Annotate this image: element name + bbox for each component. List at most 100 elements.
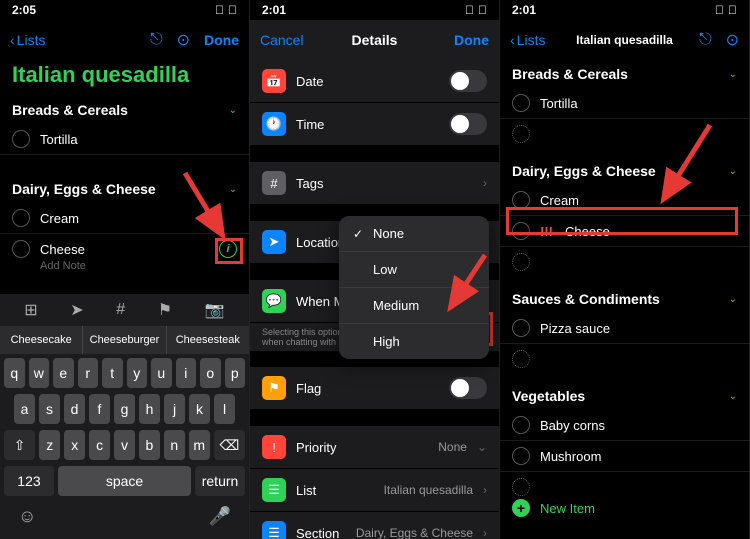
key-return[interactable]: return — [195, 466, 245, 496]
key-123[interactable]: 123 — [4, 466, 54, 496]
done-button[interactable]: Done — [454, 32, 489, 48]
priority-option-medium[interactable]: Medium — [339, 288, 489, 324]
dotted-circle-icon — [512, 350, 530, 368]
checkbox-circle[interactable] — [12, 130, 30, 148]
checkbox-circle[interactable] — [512, 416, 530, 434]
list-item-placeholder[interactable] — [500, 247, 749, 277]
toggle-date[interactable] — [449, 70, 487, 92]
section-header[interactable]: Vegetables⌄ — [500, 382, 749, 410]
suggestion[interactable]: Cheesecake — [0, 326, 83, 354]
checkbox-circle[interactable] — [512, 94, 530, 112]
key-⇧[interactable]: ⇧ — [4, 430, 35, 460]
list-item[interactable]: Cream — [0, 203, 249, 234]
emoji-icon[interactable]: ☺ — [18, 506, 36, 527]
table-icon[interactable]: ⊞ — [24, 300, 37, 320]
key-i[interactable]: i — [176, 358, 197, 388]
key-w[interactable]: w — [29, 358, 50, 388]
share-icon[interactable]: ⎋ — [699, 31, 712, 49]
checkbox-circle[interactable] — [512, 191, 530, 209]
location-icon[interactable]: ➤ — [70, 300, 83, 320]
suggestion[interactable]: Cheeseburger — [83, 326, 166, 354]
key-z[interactable]: z — [39, 430, 60, 460]
detail-priority[interactable]: ! Priority None ⌄ — [250, 426, 499, 468]
list-item-placeholder[interactable] — [500, 344, 749, 374]
chevron-down-icon: ⌄ — [729, 166, 737, 177]
key-j[interactable]: j — [164, 394, 185, 424]
list-item[interactable]: !!!Cheese — [500, 216, 749, 247]
key-n[interactable]: n — [164, 430, 185, 460]
toggle-flag[interactable] — [449, 377, 487, 399]
list-item[interactable]: Tortilla — [500, 88, 749, 119]
key-o[interactable]: o — [200, 358, 221, 388]
key-y[interactable]: y — [127, 358, 148, 388]
key-g[interactable]: g — [114, 394, 135, 424]
more-icon[interactable]: ⊙ — [177, 30, 190, 50]
back-button[interactable]: ‹ Lists — [10, 32, 45, 48]
checkbox-circle[interactable] — [512, 319, 530, 337]
key-⌫[interactable]: ⌫ — [214, 430, 245, 460]
checkbox-circle[interactable] — [512, 447, 530, 465]
key-q[interactable]: q — [4, 358, 25, 388]
key-x[interactable]: x — [64, 430, 85, 460]
detail-time[interactable]: 🕐 Time — [250, 103, 499, 145]
flag-icon[interactable]: ⚑ — [158, 300, 172, 320]
checkbox-circle[interactable] — [12, 209, 30, 227]
detail-label: Priority — [296, 440, 428, 455]
list-item[interactable]: Tortilla — [0, 124, 249, 155]
section-header[interactable]: Sauces & Condiments⌄ — [500, 285, 749, 313]
list-item[interactable]: Baby corns — [500, 410, 749, 441]
key-l[interactable]: l — [214, 394, 235, 424]
camera-icon[interactable]: 📷 — [205, 300, 225, 320]
back-button[interactable]: ‹ Lists — [510, 32, 545, 48]
list-item[interactable]: Pizza sauce — [500, 313, 749, 344]
checkbox-circle[interactable] — [512, 222, 530, 240]
detail-list[interactable]: ☰ List Italian quesadilla › — [250, 469, 499, 511]
new-item-button[interactable]: + New Item — [500, 489, 749, 527]
key-f[interactable]: f — [89, 394, 110, 424]
section-header[interactable]: Dairy, Eggs & Cheese⌄ — [500, 157, 749, 185]
chevron-down-icon: ⌄ — [229, 105, 237, 116]
share-icon[interactable]: ⎋ — [150, 31, 163, 49]
key-p[interactable]: p — [225, 358, 246, 388]
hash-icon[interactable]: # — [116, 301, 125, 319]
key-r[interactable]: r — [78, 358, 99, 388]
key-b[interactable]: b — [139, 430, 160, 460]
more-icon[interactable]: ⊙ — [726, 30, 739, 50]
key-t[interactable]: t — [102, 358, 123, 388]
key-h[interactable]: h — [139, 394, 160, 424]
section-header[interactable]: Breads & Cereals⌄ — [500, 60, 749, 88]
section-header-dairy[interactable]: Dairy, Eggs & Cheese ⌄ — [0, 175, 249, 203]
key-m[interactable]: m — [189, 430, 210, 460]
detail-tags[interactable]: # Tags › — [250, 162, 499, 204]
list-item-placeholder[interactable] — [500, 119, 749, 149]
key-s[interactable]: s — [39, 394, 60, 424]
key-space[interactable]: space — [58, 466, 191, 496]
key-u[interactable]: u — [151, 358, 172, 388]
detail-flag[interactable]: ⚑ Flag — [250, 367, 499, 409]
info-button[interactable]: i — [219, 240, 237, 258]
key-d[interactable]: d — [64, 394, 85, 424]
priority-option-low[interactable]: Low — [339, 252, 489, 288]
section-title: Breads & Cereals — [12, 102, 128, 118]
add-note-placeholder[interactable]: Add Note — [0, 260, 249, 272]
suggestion[interactable]: Cheesesteak — [167, 326, 249, 354]
checkbox-circle[interactable] — [12, 240, 30, 258]
detail-date[interactable]: 📅 Date — [250, 60, 499, 102]
detail-section[interactable]: ☰ Section Dairy, Eggs & Cheese › — [250, 512, 499, 539]
toggle-time[interactable] — [449, 113, 487, 135]
key-e[interactable]: e — [53, 358, 74, 388]
key-c[interactable]: c — [89, 430, 110, 460]
list-item[interactable]: Cream — [500, 185, 749, 216]
priority-option-high[interactable]: High — [339, 324, 489, 359]
key-a[interactable]: a — [14, 394, 35, 424]
key-k[interactable]: k — [189, 394, 210, 424]
priority-option-none[interactable]: ✓None — [339, 216, 489, 252]
detail-label: Time — [296, 117, 439, 132]
list-item[interactable]: Mushroom — [500, 441, 749, 472]
section-header-breads[interactable]: Breads & Cereals ⌄ — [0, 96, 249, 124]
mic-icon[interactable]: 🎤 — [209, 506, 231, 527]
cancel-button[interactable]: Cancel — [260, 32, 304, 48]
key-v[interactable]: v — [114, 430, 135, 460]
done-button[interactable]: Done — [204, 32, 239, 48]
panel-details: 2:01 􀙇 􀛨 Cancel Details Done 📅 Date 🕐 Ti… — [250, 0, 500, 539]
